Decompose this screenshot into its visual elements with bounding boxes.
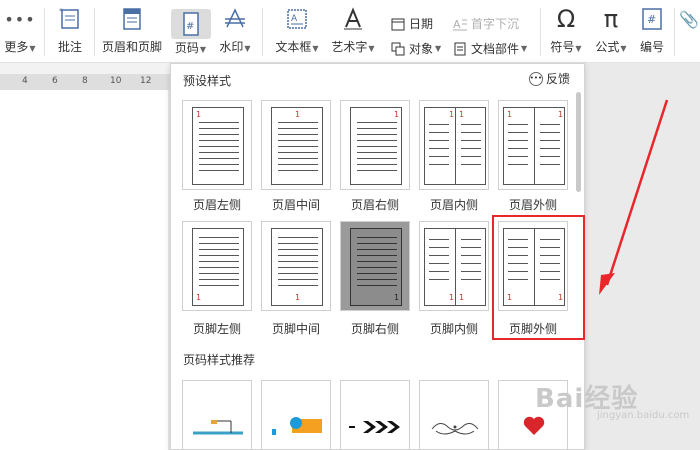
preset-label: 页脚右侧 xyxy=(350,322,399,336)
comment-icon: * xyxy=(58,0,82,38)
date-icon xyxy=(390,16,406,32)
recommended-styles-heading: 页码样式推荐 xyxy=(183,353,256,367)
drop-cap-icon: A xyxy=(452,16,468,32)
preset-styles-heading: 预设样式 xyxy=(183,74,232,88)
numbering-icon: # xyxy=(641,0,663,38)
preset-label: 页脚内侧 xyxy=(429,322,478,336)
preset-label: 页脚左侧 xyxy=(192,322,241,336)
formula-button[interactable]: π 公式▼ xyxy=(590,0,632,63)
scrollbar[interactable] xyxy=(576,92,581,192)
preset-label: 页眉外侧 xyxy=(508,198,557,212)
page-number-icon: # xyxy=(170,9,211,39)
wordart-button[interactable]: 艺术字▼ xyxy=(328,0,378,63)
svg-text:*: * xyxy=(59,7,63,16)
doc-parts-icon xyxy=(452,41,468,57)
preset-label: 页眉右侧 xyxy=(350,198,399,212)
formula-icon: π xyxy=(603,5,619,33)
preset-label: 页眉内侧 xyxy=(429,198,478,212)
svg-text:A: A xyxy=(291,14,298,24)
preset-footer-right[interactable]: 1 xyxy=(340,221,410,311)
horizontal-ruler: 4 6 8 10 12 xyxy=(0,74,170,90)
doc-parts-button[interactable]: 文档部件 ▼ xyxy=(452,40,527,57)
preset-label: 页眉左侧 xyxy=(192,198,241,212)
header-footer-icon xyxy=(121,0,143,38)
ribbon-toolbar: ••• 更多▼ * 批注 页眉和页脚 # 页码▼ 水印▼ A 文本框▼ 艺术字▼… xyxy=(0,0,700,63)
document-page[interactable] xyxy=(0,90,168,450)
date-button[interactable]: 日期 xyxy=(390,15,433,32)
preset-footer-center[interactable]: 1 xyxy=(261,221,331,311)
preset-header-outside[interactable]: 1 1 xyxy=(498,100,568,190)
watermark-icon xyxy=(222,0,248,38)
watermark-button[interactable]: 水印▼ xyxy=(215,0,255,63)
svg-text:#: # xyxy=(647,13,656,26)
object-icon xyxy=(390,41,406,57)
symbol-icon: Ω xyxy=(556,5,576,33)
drop-cap-button[interactable]: A 首字下沉 xyxy=(452,15,519,32)
symbol-button[interactable]: Ω 符号▼ xyxy=(545,0,587,63)
preset-header-center[interactable]: 1 xyxy=(261,100,331,190)
numbering-button[interactable]: # 编号 xyxy=(634,0,670,63)
textbox-button[interactable]: A 文本框▼ xyxy=(272,0,322,63)
preset-header-right[interactable]: 1 xyxy=(340,100,410,190)
preset-label: 页脚中间 xyxy=(271,322,320,336)
more-icon: ••• xyxy=(4,9,36,29)
baidu-watermark-url: jingyan.baidu.com xyxy=(597,410,690,421)
wordart-icon xyxy=(341,0,365,38)
preset-label: 页眉中间 xyxy=(271,198,320,212)
preset-footer-left[interactable]: 1 xyxy=(182,221,252,311)
highlight-box xyxy=(492,215,585,340)
preset-footer-inside[interactable]: 1 1 xyxy=(419,221,489,311)
paperclip-icon: 📎 xyxy=(679,9,699,29)
paperclip-button[interactable]: 📎 xyxy=(678,0,700,63)
recommended-style-4[interactable] xyxy=(419,380,489,449)
recommended-style-3[interactable] xyxy=(340,380,410,449)
svg-text:#: # xyxy=(186,21,194,32)
more-button[interactable]: ••• 更多▼ xyxy=(0,0,40,63)
svg-text:A: A xyxy=(453,18,461,31)
object-button[interactable]: 对象 ▼ xyxy=(390,40,441,57)
page-number-button[interactable]: # 页码▼ xyxy=(168,0,213,63)
annotation-arrow xyxy=(599,99,669,295)
feedback-button[interactable]: ••• 反馈 xyxy=(528,70,570,87)
feedback-icon: ••• xyxy=(528,71,543,86)
header-footer-button[interactable]: 页眉和页脚 xyxy=(100,0,164,63)
comment-button[interactable]: * 批注 xyxy=(50,0,90,63)
preset-header-inside[interactable]: 1 1 xyxy=(419,100,489,190)
recommended-style-1[interactable] xyxy=(182,380,252,449)
recommended-style-2[interactable] xyxy=(261,380,331,449)
textbox-icon: A xyxy=(285,0,309,38)
preset-header-left[interactable]: 1 xyxy=(182,100,252,190)
